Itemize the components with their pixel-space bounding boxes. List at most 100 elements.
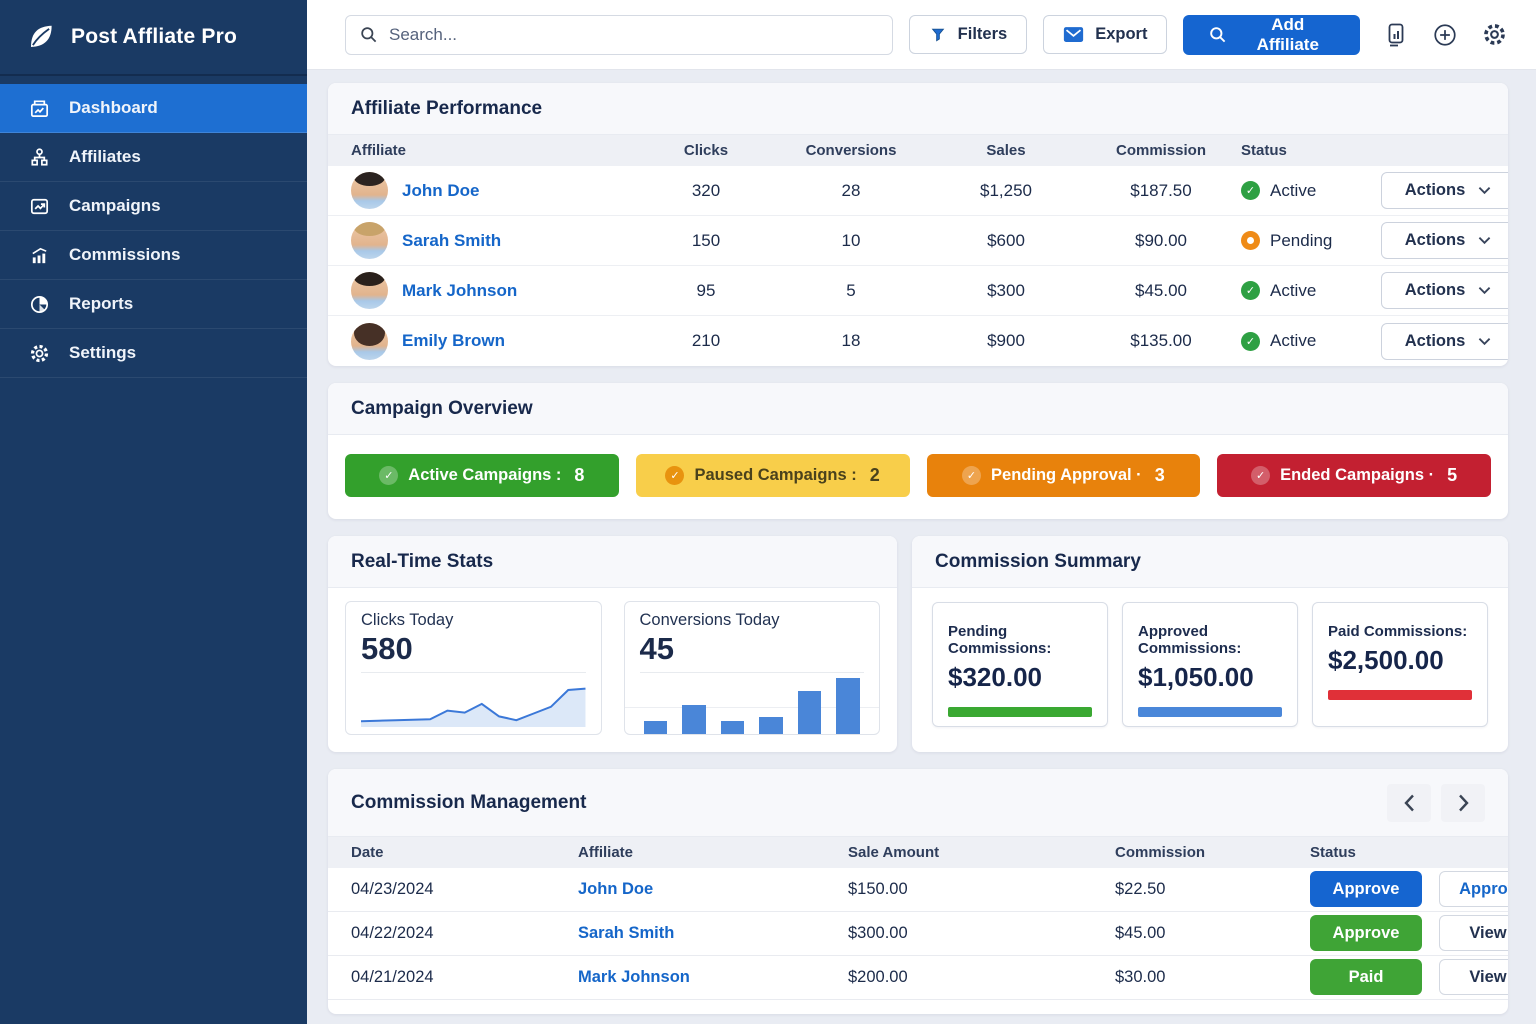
badge-label: Active Campaigns :	[408, 466, 561, 485]
sales-value: $900	[931, 331, 1081, 351]
export-label: Export	[1095, 25, 1147, 44]
commission-rows: 04/23/2024 John Doe $150.00 $22.50 Appro…	[328, 868, 1508, 1014]
commission-value: $45.00	[1115, 924, 1310, 943]
affiliate-name-link[interactable]: John Doe	[402, 181, 479, 201]
sidebar-item-commissions[interactable]: Commissions	[0, 231, 307, 280]
clicks-sparkline	[361, 673, 586, 729]
ended-campaigns-badge[interactable]: ✓ Ended Campaigns · 5	[1217, 454, 1491, 497]
chevron-down-icon	[1478, 337, 1491, 346]
summary-label: Approved Commissions:	[1138, 623, 1282, 657]
avatar	[351, 272, 388, 309]
stat-label: Conversions Today	[640, 611, 865, 630]
search-plus-icon	[1208, 25, 1227, 44]
bar	[798, 691, 822, 734]
search-input[interactable]	[389, 25, 879, 45]
summary-label: Paid Commissions:	[1328, 623, 1472, 640]
commission-primary-button[interactable]: Paid	[1310, 959, 1422, 995]
paused-campaigns-badge[interactable]: ✓ Paused Campaigns : 2	[636, 454, 910, 497]
actions-dropdown[interactable]: Actions	[1381, 272, 1508, 309]
summary-color-bar	[1138, 707, 1282, 717]
bar	[721, 721, 745, 733]
badge-label: Paused Campaigns :	[694, 466, 856, 485]
badge-count: 3	[1155, 465, 1165, 486]
filters-label: Filters	[958, 25, 1008, 44]
add-affiliate-button[interactable]: Add Affiliate	[1183, 15, 1360, 55]
actions-label: Actions	[1405, 281, 1466, 300]
section-title: Affiliate Performance	[351, 98, 542, 120]
filter-funnel-icon	[929, 26, 947, 44]
table-row: Sarah Smith 150 10 $600 $90.00 Pending A…	[328, 216, 1508, 266]
next-page-button[interactable]	[1441, 784, 1485, 822]
affiliate-name-link[interactable]: Sarah Smith	[578, 924, 848, 943]
table-row: 04/21/2024 Mark Johnson $200.00 $30.00 P…	[328, 956, 1508, 1000]
conversions-barchart	[640, 672, 865, 734]
export-button[interactable]: Export	[1043, 15, 1167, 54]
sidebar-item-affiliates[interactable]: Affiliates	[0, 133, 307, 182]
leaf-logo-icon	[26, 22, 56, 52]
actions-dropdown[interactable]: Actions	[1381, 323, 1508, 360]
conversions-today-card: Conversions Today 45	[624, 601, 881, 735]
summary-value: $2,500.00	[1328, 645, 1472, 676]
bar	[759, 717, 783, 733]
affiliate-name-link[interactable]: John Doe	[578, 880, 848, 899]
pending-approval-badge[interactable]: ✓ Pending Approval · 3	[927, 454, 1201, 497]
add-affiliate-label: Add Affiliate	[1240, 15, 1335, 55]
prev-page-button[interactable]	[1387, 784, 1431, 822]
app-title: Post Affliate Pro	[71, 25, 237, 49]
commission-value: $135.00	[1081, 331, 1241, 351]
col-status: Status	[1310, 844, 1488, 861]
commission-primary-button[interactable]: Approve	[1310, 915, 1422, 951]
dashboard-icon	[26, 95, 52, 121]
affiliate-name-link[interactable]: Mark Johnson	[578, 968, 848, 987]
stat-label: Clicks Today	[361, 611, 586, 630]
sidebar-item-label: Campaigns	[69, 196, 161, 216]
sidebar-item-dashboard[interactable]: Dashboard	[0, 84, 307, 133]
commission-secondary-button[interactable]: View	[1439, 959, 1508, 995]
card-header: Campaign Overview	[328, 383, 1508, 435]
actions-label: Actions	[1405, 332, 1466, 351]
actions-label: Actions	[1405, 181, 1466, 200]
date-value: 04/21/2024	[351, 968, 578, 987]
affiliate-name-link[interactable]: Sarah Smith	[402, 231, 501, 251]
col-date: Date	[351, 844, 578, 861]
affiliate-name-link[interactable]: Emily Brown	[402, 331, 505, 351]
table-row: John Doe 320 28 $1,250 $187.50 Active Ac…	[328, 166, 1508, 216]
affiliate-performance-card: Affiliate Performance Affiliate Clicks C…	[328, 83, 1508, 366]
logo: Post Affliate Pro	[0, 0, 307, 76]
sidebar-item-campaigns[interactable]: Campaigns	[0, 182, 307, 231]
device-report-icon[interactable]	[1382, 21, 1410, 49]
commission-secondary-button[interactable]: Approv	[1439, 871, 1508, 907]
table-row: Emily Brown 210 18 $900 $135.00 Active A…	[328, 316, 1508, 366]
avatar	[351, 323, 388, 360]
active-campaigns-badge[interactable]: ✓ Active Campaigns : 8	[345, 454, 619, 497]
table-row: 04/23/2024 John Doe $150.00 $22.50 Appro…	[328, 868, 1508, 912]
settings-gear-icon[interactable]	[1480, 21, 1508, 49]
sidebar-nav: Dashboard Affiliates Campaigns Commissio…	[0, 84, 307, 378]
actions-dropdown[interactable]: Actions	[1381, 222, 1508, 259]
conversions-value: 5	[771, 281, 931, 301]
sidebar-item-reports[interactable]: Reports	[0, 280, 307, 329]
commission-management-card: Commission Management Date Affiliate Sal…	[328, 769, 1508, 1014]
sidebar-item-settings[interactable]: Settings	[0, 329, 307, 378]
summary-value: $1,050.00	[1138, 662, 1282, 693]
commission-primary-button[interactable]: Approve	[1310, 871, 1422, 907]
status-badge: Active	[1270, 331, 1316, 351]
sale-amount-value: $300.00	[848, 924, 1115, 943]
badge-label: Pending Approval ·	[991, 466, 1142, 485]
search-box[interactable]	[345, 15, 893, 55]
affiliate-name-link[interactable]: Mark Johnson	[402, 281, 517, 301]
check-circle-icon: ✓	[665, 466, 684, 485]
col-affiliate: Affiliate	[578, 844, 848, 861]
card-header: Real-Time Stats	[328, 536, 897, 588]
chevron-left-icon	[1404, 794, 1415, 812]
circle-plus-icon[interactable]	[1431, 21, 1459, 49]
dashboard-main: Affiliate Performance Affiliate Clicks C…	[307, 70, 1536, 1024]
sales-value: $600	[931, 231, 1081, 251]
avatar	[351, 222, 388, 259]
status-pending-icon	[1241, 231, 1260, 250]
sidebar-item-label: Settings	[69, 343, 136, 363]
actions-dropdown[interactable]: Actions	[1381, 172, 1508, 209]
commission-secondary-button[interactable]: View	[1439, 915, 1508, 951]
sale-amount-value: $150.00	[848, 880, 1115, 899]
filters-button[interactable]: Filters	[909, 15, 1028, 54]
